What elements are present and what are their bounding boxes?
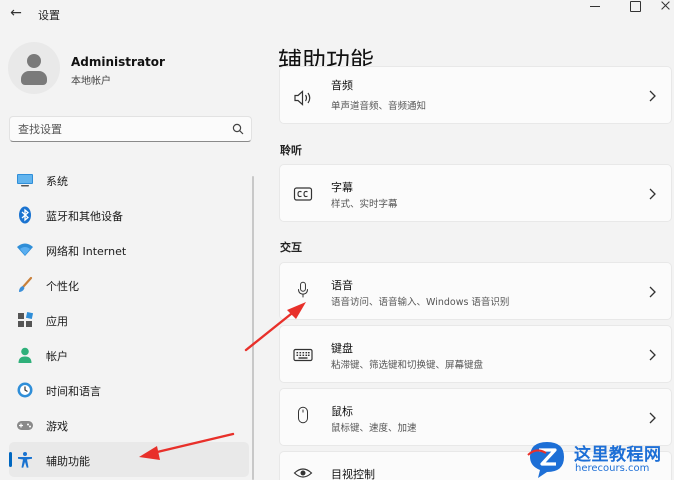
avatar-body-icon: [21, 71, 47, 85]
sidebar-item-label: 游戏: [46, 420, 68, 433]
sidebar-scrollbar[interactable]: [252, 176, 254, 480]
watermark-url: herecours.com: [575, 463, 650, 474]
gamepad-icon: [17, 421, 33, 430]
back-button[interactable]: ←: [6, 3, 26, 23]
title-bar: ← 设置: [0, 0, 674, 28]
mouse-icon: [298, 406, 308, 424]
minimize-button[interactable]: [576, 0, 616, 14]
card-title: 鼠标: [331, 405, 353, 418]
close-button[interactable]: [656, 0, 674, 14]
sidebar-item-label: 系统: [46, 175, 68, 188]
microphone-icon: [298, 281, 308, 298]
speech-card[interactable]: 语音 语音访问、语音输入、Windows 语音识别: [279, 262, 672, 320]
sidebar-item-personalization[interactable]: 个性化: [9, 267, 249, 302]
avatar-head-icon: [27, 54, 41, 68]
selection-indicator: [9, 452, 12, 467]
person-icon: [18, 347, 32, 363]
sidebar-item-label: 蓝牙和其他设备: [46, 210, 123, 223]
watermark: 这里教程网 herecours.com: [520, 438, 674, 480]
wifi-icon: [17, 243, 33, 256]
captions-card[interactable]: 字幕 样式、实时字幕: [279, 164, 672, 222]
sidebar-item-accounts[interactable]: 帐户: [9, 337, 249, 372]
avatar: [8, 42, 60, 94]
card-description: 鼠标键、速度、加速: [331, 423, 417, 434]
chevron-right-icon: [649, 90, 656, 102]
card-description: 粘滞键、筛选键和切换键、屏幕键盘: [331, 360, 484, 371]
search-icon[interactable]: [232, 123, 244, 135]
paintbrush-icon: [19, 276, 33, 292]
sidebar-item-label: 个性化: [46, 280, 79, 293]
section-label-interaction: 交互: [280, 241, 302, 254]
maximize-button[interactable]: [616, 0, 656, 14]
system-monitor-icon: [17, 174, 33, 187]
sidebar-item-label: 帐户: [46, 350, 68, 363]
card-description: 样式、实时字幕: [331, 199, 398, 210]
sidebar-item-apps[interactable]: 应用: [9, 302, 249, 337]
sidebar-item-time-language[interactable]: 时间和语言: [9, 372, 249, 407]
sidebar-item-accessibility[interactable]: 辅助功能: [9, 442, 249, 477]
chevron-right-icon: [649, 188, 656, 200]
eye-icon: [293, 468, 313, 478]
card-title: 键盘: [331, 342, 353, 355]
section-label-hearing: 聆听: [280, 144, 302, 157]
sidebar-item-label: 辅助功能: [46, 455, 90, 468]
sidebar-item-system[interactable]: 系统: [9, 162, 249, 197]
card-title: 音频: [331, 79, 353, 92]
search-box[interactable]: [9, 116, 252, 142]
chevron-right-icon: [649, 412, 656, 424]
accessibility-icon: [18, 452, 32, 468]
card-title: 目视控制: [331, 468, 375, 480]
sidebar-item-label: 时间和语言: [46, 385, 101, 398]
audio-card[interactable]: 音频 单声道音频、音频通知: [279, 66, 672, 124]
keyboard-icon: [293, 348, 313, 362]
keyboard-card[interactable]: 键盘 粘滞键、筛选键和切换键、屏幕键盘: [279, 325, 672, 383]
apps-icon: [18, 311, 34, 327]
chevron-right-icon: [649, 286, 656, 298]
sidebar-item-label: 网络和 Internet: [46, 245, 127, 258]
closed-captions-icon: [293, 187, 313, 201]
card-description: 语音访问、语音输入、Windows 语音识别: [331, 297, 510, 308]
watermark-logo-icon: [527, 442, 564, 478]
bluetooth-icon: [19, 206, 31, 224]
user-name: Administrator: [71, 55, 165, 69]
sidebar-item-bluetooth[interactable]: 蓝牙和其他设备: [9, 197, 249, 232]
sidebar-nav: 系统 蓝牙和其他设备 网络和 Internet 个性化 应用 帐户 时间和语言 …: [9, 162, 249, 477]
search-input[interactable]: [18, 117, 218, 141]
app-title: 设置: [38, 9, 60, 22]
user-profile[interactable]: Administrator 本地帐户: [8, 42, 248, 98]
sidebar-item-gaming[interactable]: 游戏: [9, 407, 249, 442]
card-title: 语音: [331, 279, 353, 292]
clock-globe-icon: [17, 382, 33, 398]
watermark-title: 这里教程网: [574, 445, 662, 465]
chevron-right-icon: [649, 349, 656, 361]
sidebar-item-network[interactable]: 网络和 Internet: [9, 232, 249, 267]
account-type: 本地帐户: [71, 76, 111, 87]
card-description: 单声道音频、音频通知: [331, 101, 427, 112]
speaker-icon: [294, 90, 311, 106]
sidebar-item-label: 应用: [46, 315, 68, 328]
card-title: 字幕: [331, 181, 353, 194]
